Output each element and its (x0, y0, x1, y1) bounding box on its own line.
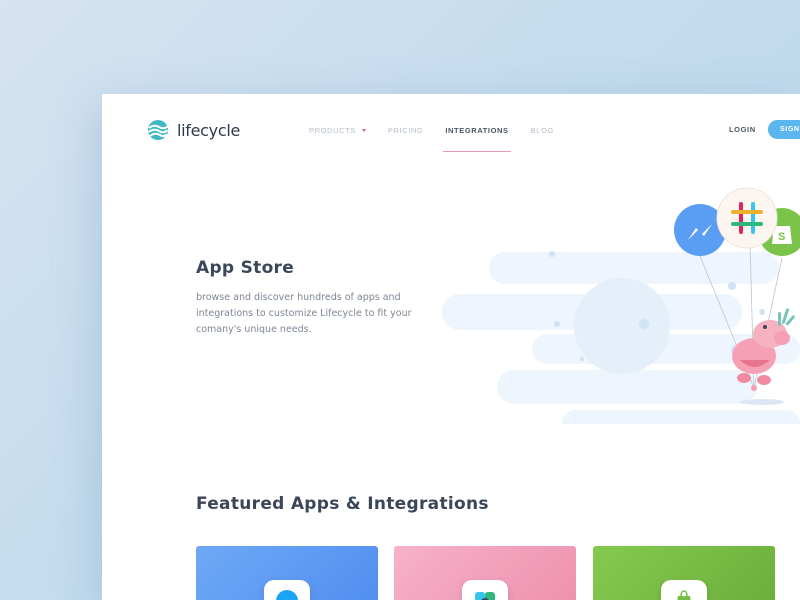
logo[interactable]: lifecycle (147, 119, 240, 141)
active-tab-indicator (443, 151, 511, 152)
nav-item-integrations[interactable]: INTEGRATIONS (443, 125, 511, 152)
messenger-icon (276, 590, 298, 600)
app-card-icon (264, 580, 310, 600)
brand-name: lifecycle (177, 120, 241, 140)
nav-item-label: INTEGRATIONS (445, 125, 509, 135)
main-nav: PRODUCTS PRICING INTEGRATIONS BLOG (309, 125, 576, 152)
lifecycle-logo-icon (147, 120, 169, 140)
hero-illustration: S (442, 187, 800, 424)
section-title: Featured Apps & Integrations (196, 494, 489, 514)
login-link[interactable]: LOGIN (729, 125, 756, 134)
app-card-icon (661, 580, 707, 600)
app-card-icon (462, 580, 508, 600)
nav-item-pricing[interactable]: PRICING (388, 125, 423, 135)
slack-icon (475, 592, 495, 600)
browser-window: lifecycle PRODUCTS PRICING INTEGRATIONS … (102, 94, 800, 600)
nav-item-blog[interactable]: BLOG (531, 125, 554, 135)
planet-circle (574, 278, 670, 374)
page-description: browse and discover hundreds of apps and… (196, 292, 412, 335)
nav-item-label: BLOG (530, 125, 554, 135)
chevron-down-icon (361, 128, 366, 132)
nav-item-label: PRICING (387, 125, 424, 135)
svg-text:S: S (778, 231, 785, 243)
nav-item-label: PRODUCTS (309, 125, 356, 135)
app-card-messenger[interactable] (196, 546, 378, 600)
app-card-shopify[interactable] (593, 546, 775, 600)
slack-balloon (716, 187, 778, 249)
signup-button[interactable]: SIGNU (768, 120, 800, 139)
app-card-slack[interactable] (394, 546, 576, 600)
page-title: App Store (196, 258, 295, 278)
shopify-icon (677, 590, 691, 600)
nav-item-products[interactable]: PRODUCTS (309, 125, 366, 135)
